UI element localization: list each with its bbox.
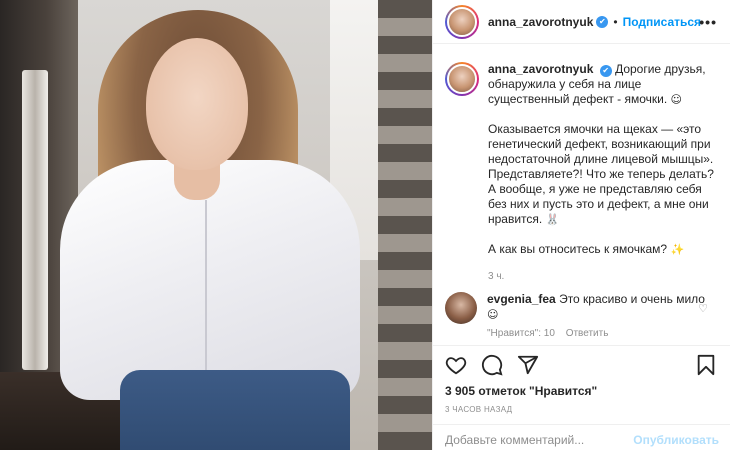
comment-reply-button[interactable]: Ответить [566,328,609,339]
likes-count[interactable]: 3 905 отметок "Нравится" [445,384,597,398]
publish-button[interactable]: Опубликовать [633,433,719,447]
commenter-avatar[interactable] [445,292,477,324]
more-options-icon[interactable]: ••• [699,14,717,30]
commenter-username[interactable]: evgenia_fea [487,292,556,306]
shirt-placket [205,200,207,370]
comment-icon[interactable] [481,354,503,376]
caption-paragraph-3: А как вы относитесь к ямочкам? [488,242,668,256]
smile-emoji-icon: ☺ [670,93,683,106]
face [146,38,248,170]
comment-body: Это красиво и очень мило [559,292,705,306]
add-comment-bar: Опубликовать [433,424,730,450]
caption-verified-icon: ✔ [599,65,612,77]
comment-item: evgenia_fea Это красиво и очень мило ☺ "… [445,292,725,341]
post-side-panel: anna_zavorotnyuk ✔ • Подписаться ••• ann… [432,0,730,450]
comment-smile-emoji-icon: ☺ [487,308,499,321]
bunny-emoji-icon: 🐰 [545,213,560,226]
caption-paragraph-2: Оказывается ямочки на щеках — «это генет… [488,122,714,226]
post-photo[interactable] [0,0,432,450]
comment-like-icon[interactable]: ♡ [698,302,708,315]
jeans [120,370,350,450]
heart-icon[interactable] [445,354,467,376]
comment-likes[interactable]: "Нравится": 10 [487,328,555,339]
caption-username[interactable]: anna_zavorotnyuk [488,62,593,76]
action-icons [445,354,539,376]
share-icon[interactable] [517,354,539,376]
header-separator: • [613,14,618,29]
bookmark-icon[interactable] [695,354,717,376]
comment-meta: "Нравится": 10 Ответить [487,326,705,341]
follow-button[interactable]: Подписаться [623,15,701,29]
author-username[interactable]: anna_zavorotnyuk [488,15,593,29]
author-avatar-ring[interactable] [445,4,479,39]
caption: anna_zavorotnyuk ✔ Дорогие друзья, обнар… [445,62,725,284]
caption-time: 3 ч. [488,271,505,282]
post-header: anna_zavorotnyuk ✔ • Подписаться ••• [433,0,730,44]
caption-avatar[interactable] [447,64,477,94]
caption-avatar-ring[interactable] [445,62,479,96]
sparkle-emoji-icon: ✨ [670,243,685,256]
lamp-column [22,70,48,370]
post-timestamp: 3 ЧАСОВ НАЗАД [445,405,513,414]
background-blinds [378,0,432,450]
comment-input[interactable] [445,433,635,447]
verified-icon: ✔ [596,15,609,28]
author-avatar[interactable] [447,6,477,37]
comment-text: evgenia_fea Это красиво и очень мило ☺ "… [487,292,705,341]
caption-text: anna_zavorotnyuk ✔ Дорогие друзья, обнар… [488,62,720,284]
